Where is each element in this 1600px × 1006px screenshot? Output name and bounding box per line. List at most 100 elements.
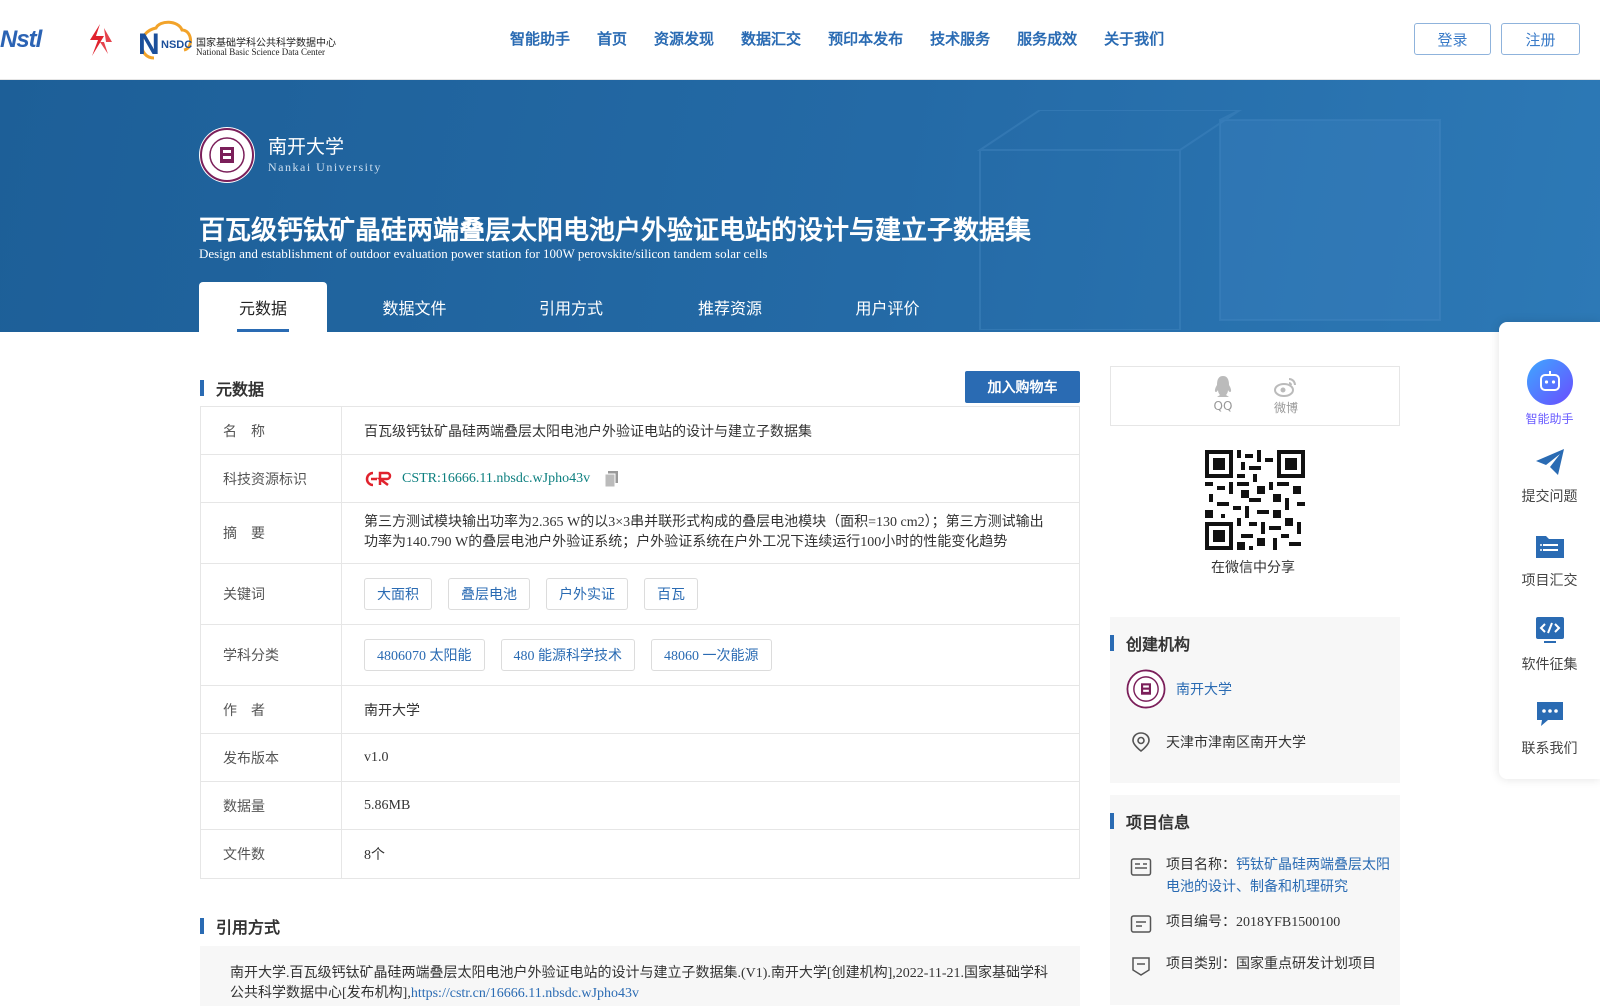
- qq-icon: [1214, 376, 1232, 397]
- org-address-row: 天津市津南区南开大学: [1130, 731, 1306, 753]
- file-count-label: 文件数: [201, 830, 342, 878]
- table-row: 文件数 8个: [201, 830, 1079, 878]
- org-address: 天津市津南区南开大学: [1166, 736, 1306, 751]
- org-name-en: Nankai University: [268, 160, 382, 174]
- chat-bubble-icon: [1536, 702, 1563, 726]
- metadata-heading-text: 元数据: [216, 380, 265, 399]
- subject-label: 学科分类: [201, 625, 342, 685]
- project-code-row: 项目编号：2018YFB1500100: [1130, 912, 1390, 934]
- keywords-cell: 大面积 叠层电池 户外实证 百瓦: [342, 564, 1079, 624]
- tab-data-files[interactable]: 数据文件: [327, 282, 502, 332]
- project-name-row: 项目名称：钙钛矿晶硅两端叠层太阳电池的设计、制备和机理研究: [1130, 855, 1390, 899]
- table-row: 数据量 5.86MB: [201, 782, 1079, 830]
- ai-robot-icon: [1526, 359, 1573, 405]
- table-row: 作 者 南开大学: [201, 686, 1079, 734]
- subjects-cell: 4806070 太阳能 480 能源科学技术 48060 一次能源: [342, 625, 1079, 685]
- keyword-tag[interactable]: 大面积: [364, 578, 432, 610]
- subject-tag[interactable]: 480 能源科学技术: [500, 639, 635, 671]
- float-submit-question[interactable]: 提交问题: [1499, 446, 1600, 506]
- keywords-label: 关键词: [201, 564, 342, 624]
- project-type-row: 项目类别：国家重点研发计划项目: [1130, 954, 1390, 976]
- table-row: 学科分类 4806070 太阳能 480 能源科学技术 48060 一次能源: [201, 625, 1079, 686]
- author-label: 作 者: [201, 686, 342, 733]
- register-button[interactable]: 注册: [1501, 23, 1580, 55]
- org-heading: 创建机构: [1110, 631, 1190, 655]
- add-to-cart-button[interactable]: 加入购物车: [965, 371, 1080, 403]
- nav-tech-service[interactable]: 技术服务: [930, 28, 990, 49]
- keyword-tag[interactable]: 百瓦: [644, 578, 698, 610]
- floating-service-bar: 智能助手 提交问题 项目汇交 软件征集 联系我们: [1499, 322, 1600, 779]
- author-value: 南开大学: [364, 703, 420, 719]
- project-type-text: 项目类别：国家重点研发计划项目: [1166, 954, 1376, 976]
- tab-reviews[interactable]: 用户评价: [820, 282, 955, 332]
- paper-plane-icon: [1535, 449, 1564, 475]
- nav-data-submit[interactable]: 数据汇交: [741, 28, 801, 49]
- metadata-heading: 元数据: [200, 376, 264, 400]
- subject-tag[interactable]: 4806070 太阳能: [364, 639, 485, 671]
- float-software[interactable]: 软件征集: [1499, 614, 1600, 674]
- dataset-subtitle-en: Design and establishment of outdoor eval…: [199, 246, 768, 261]
- project-type-value: 国家重点研发计划项目: [1236, 957, 1376, 972]
- project-info-card: 项目信息 项目名称：钙钛矿晶硅两端叠层太阳电池的设计、制备和机理研究 项目编号：…: [1110, 795, 1400, 1005]
- tab-metadata[interactable]: 元数据: [199, 282, 327, 332]
- project-heading-text: 项目信息: [1126, 813, 1191, 832]
- share-weibo[interactable]: 微博: [1273, 375, 1298, 425]
- citation-heading-text: 引用方式: [216, 918, 281, 937]
- version-value: v1.0: [364, 749, 389, 765]
- citation-text: 南开大学.百瓦级钙钛矿晶硅两端叠层太阳电池户外验证电站的设计与建立子数据集.(V…: [230, 966, 1049, 1001]
- dataset-banner: 南开大学 Nankai University 百瓦级钙钛矿晶硅两端叠层太阳电池户…: [0, 80, 1600, 332]
- float-contact-label: 联系我们: [1521, 741, 1578, 757]
- nsdc-badge: NSDC: [161, 39, 192, 51]
- wechat-share-caption: 在微信中分享: [1211, 560, 1295, 576]
- abstract-label: 摘 要: [201, 503, 342, 563]
- org-name-cn[interactable]: 南开大学: [268, 132, 344, 159]
- top-header: Nstl N NSDC 国家基础学科公共科学数据中心 National Basi…: [0, 0, 1600, 80]
- project-name-text: 项目名称：钙钛矿晶硅两端叠层太阳电池的设计、制备和机理研究: [1166, 855, 1390, 899]
- resource-id-cell: CSTR:16666.11.nbsdc.wJpho43v: [342, 455, 1079, 502]
- citation-heading: 引用方式: [200, 914, 280, 938]
- metadata-table: 名 称 百瓦级钙钛矿晶硅两端叠层太阳电池户外验证电站的设计与建立子数据集 科技资…: [200, 406, 1080, 879]
- dataset-title: 百瓦级钙钛矿晶硅两端叠层太阳电池户外验证电站的设计与建立子数据集: [199, 216, 1032, 246]
- nstl-logo[interactable]: Nstl: [0, 26, 42, 54]
- location-pin-icon: [1132, 732, 1150, 753]
- tab-citation[interactable]: 引用方式: [502, 282, 640, 332]
- svg-text:N: N: [138, 28, 160, 61]
- float-ai-assistant[interactable]: 智能助手: [1499, 358, 1600, 427]
- nav-preprint[interactable]: 预印本发布: [828, 28, 903, 49]
- main-nav: 智能助手 首页 资源发现 数据汇交 预印本发布 技术服务 服务成效 关于我们: [510, 28, 1191, 49]
- resource-id-label: 科技资源标识: [201, 455, 342, 502]
- float-contact[interactable]: 联系我们: [1499, 698, 1600, 758]
- float-project-submit[interactable]: 项目汇交: [1499, 530, 1600, 590]
- subject-tag[interactable]: 48060 一次能源: [651, 639, 772, 671]
- table-row: 关键词 大面积 叠层电池 户外实证 百瓦: [201, 564, 1079, 625]
- nav-ai-assistant[interactable]: 智能助手: [510, 28, 570, 49]
- project-heading: 项目信息: [1110, 809, 1190, 833]
- red-logo-icon[interactable]: [82, 22, 118, 58]
- org-link[interactable]: 南开大学: [1176, 679, 1232, 699]
- tab-recommended[interactable]: 推荐资源: [640, 282, 820, 332]
- citation-link[interactable]: https://cstr.cn/16666.11.nbsdc.wJpho43v: [411, 986, 639, 1001]
- wechat-qr-code: [1205, 450, 1305, 550]
- nsdc-name-en: National Basic Science Data Center: [196, 47, 325, 57]
- nav-discover[interactable]: 资源发现: [654, 28, 714, 49]
- size-label: 数据量: [201, 782, 342, 829]
- login-button[interactable]: 登录: [1414, 23, 1491, 55]
- table-row: 摘 要 第三方测试模块输出功率为2.365 W的以3×3串并联形式构成的叠层电池…: [201, 503, 1079, 564]
- nav-about[interactable]: 关于我们: [1104, 28, 1164, 49]
- nsdc-logo[interactable]: N NSDC 国家基础学科公共科学数据中心 National Basic Sci…: [134, 18, 349, 62]
- nankai-university-logo[interactable]: [199, 127, 255, 183]
- nav-results[interactable]: 服务成效: [1017, 28, 1077, 49]
- copy-icon[interactable]: [604, 470, 620, 488]
- cstr-link[interactable]: CSTR:16666.11.nbsdc.wJpho43v: [402, 471, 590, 487]
- share-qq[interactable]: QQ: [1212, 375, 1234, 425]
- project-code-text: 项目编号：2018YFB1500100: [1166, 912, 1340, 934]
- project-name-icon: [1130, 858, 1152, 876]
- float-submit-label: 提交问题: [1521, 489, 1578, 505]
- cstr-logo-icon: [365, 471, 392, 486]
- keyword-tag[interactable]: 户外实证: [546, 578, 628, 610]
- table-row: 科技资源标识 CSTR:16666.11.nbsdc.wJpho43v: [201, 455, 1079, 503]
- version-label: 发布版本: [201, 734, 342, 781]
- abstract-value: 第三方测试模块输出功率为2.365 W的以3×3串并联形式构成的叠层电池模块（面…: [364, 515, 1044, 550]
- nav-home[interactable]: 首页: [597, 28, 627, 49]
- keyword-tag[interactable]: 叠层电池: [448, 578, 530, 610]
